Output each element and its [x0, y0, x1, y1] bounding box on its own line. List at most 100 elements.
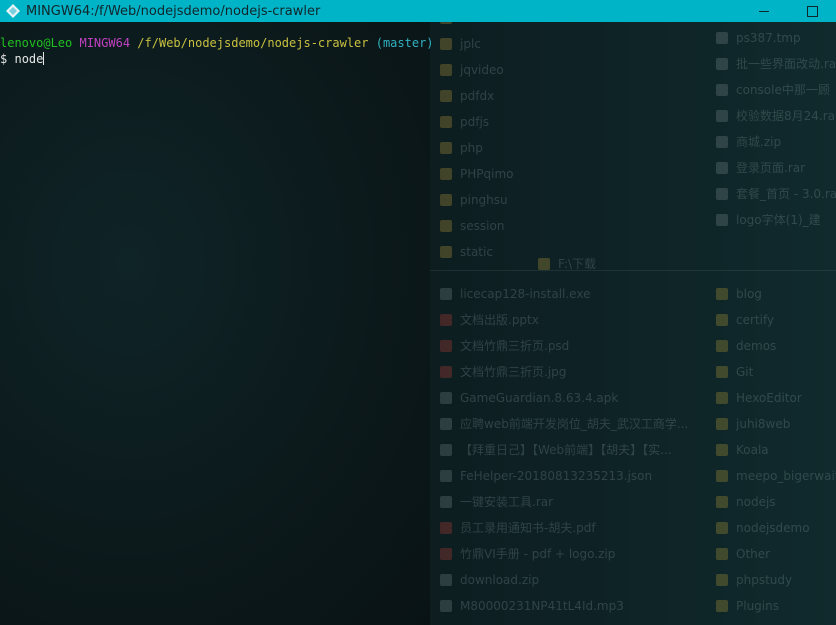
background-file-label: GameGuardian.8.63.4.apk — [460, 391, 619, 405]
file-icon — [440, 574, 452, 586]
folder-icon — [440, 116, 452, 128]
background-file-label: static — [460, 245, 493, 259]
folder-icon — [716, 522, 728, 534]
background-file-item: PHPqimo — [440, 166, 513, 182]
file-icon — [440, 288, 452, 300]
background-file-label: 文档竹鼎三折页.jpg — [460, 365, 567, 379]
command-text[interactable]: node — [14, 52, 43, 66]
folder-icon — [716, 470, 728, 482]
background-file-item: certify — [716, 312, 774, 328]
file-icon — [716, 188, 728, 200]
file-icon — [440, 392, 452, 404]
file-icon — [440, 548, 452, 560]
background-file-item: session — [440, 218, 504, 234]
background-file-item: juhi8web — [716, 416, 790, 432]
folder-icon — [538, 258, 550, 270]
prompt-path: /f/Web/nodejsdemo/nodejs-crawler — [137, 36, 369, 50]
folder-icon — [716, 574, 728, 586]
background-file-item: 员工录用通知书-胡夫.pdf — [440, 520, 596, 536]
background-file-label: nodejsdemo — [736, 521, 810, 535]
background-file-item: jplc — [440, 36, 481, 52]
folder-icon — [716, 340, 728, 352]
background-file-label: 文档竹鼎三折页.psd — [460, 339, 570, 353]
background-file-label: pdfjs — [460, 115, 490, 129]
file-icon — [440, 444, 452, 456]
background-file-label: 应聘web前端开发岗位_胡夫_武汉工商学... — [460, 417, 689, 431]
text-cursor — [43, 52, 45, 65]
background-file-item: 【拜重日己】【Web前端】【胡夫】【实... — [440, 442, 672, 458]
background-file-label: 文档出版.pptx — [460, 313, 539, 327]
mingw-app-icon[interactable] — [6, 4, 20, 18]
background-file-label: pdfdx — [460, 89, 495, 103]
file-icon — [440, 418, 452, 430]
folder-icon — [716, 600, 728, 612]
folder-icon — [716, 314, 728, 326]
background-file-label: dist — [460, 22, 482, 26]
folder-icon — [440, 142, 452, 154]
background-file-item: M80000231NP41tL4Id.mp3 — [440, 598, 624, 614]
background-file-item: GameGuardian.8.63.4.apk — [440, 390, 618, 406]
background-file-label: demos — [736, 339, 777, 353]
minimize-icon — [759, 10, 769, 12]
section-divider — [430, 270, 836, 271]
background-file-item: 批一些界面改动.rar — [716, 56, 836, 72]
background-file-item: Koala — [716, 442, 769, 458]
folder-icon — [440, 38, 452, 50]
background-file-item: static — [440, 244, 493, 260]
window-title: MINGW64:/f/Web/nodejsdemo/nodejs-crawler — [26, 3, 321, 19]
folder-icon — [440, 168, 452, 180]
background-file-item: nodejsdemo — [716, 520, 810, 536]
background-file-label: HexoEditor — [736, 391, 802, 405]
terminal-window[interactable]: dist jplc jqvideo pdfdx pdfjs php PHPqimo pingh… — [0, 22, 836, 625]
background-file-item: 应聘web前端开发岗位_胡夫_武汉工商学... — [440, 416, 688, 432]
background-file-item: Other — [716, 546, 770, 562]
background-file-item: php — [440, 140, 483, 156]
prompt-user-host: lenovo@Leo — [0, 36, 73, 50]
background-file-item: Git — [716, 364, 753, 380]
folder-icon — [716, 418, 728, 430]
background-file-item: pdfdx — [440, 88, 494, 104]
background-file-label: M80000231NP41tL4Id.mp3 — [460, 599, 624, 613]
background-file-item: 登录页面.rar — [716, 160, 805, 176]
command-input-line[interactable]: $ node — [0, 51, 45, 67]
background-file-item: 竹鼎VI手册 - pdf + logo.zip — [440, 546, 615, 562]
background-file-label: 校验数据8月24.rar — [736, 109, 836, 123]
folder-icon — [716, 548, 728, 560]
background-file-label: pinghsu — [460, 193, 508, 207]
background-file-label: certify — [736, 313, 775, 327]
background-file-label: Koala — [736, 443, 769, 457]
prompt-line: lenovo@Leo MINGW64 /f/Web/nodejsdemo/nod… — [0, 35, 434, 51]
background-file-item: 文档竹鼎三折页.jpg — [440, 364, 566, 380]
background-file-label: nodejs — [736, 495, 776, 509]
background-file-label: jplc — [460, 37, 481, 51]
background-file-item: pdfjs — [440, 114, 489, 130]
folder-icon — [440, 194, 452, 206]
background-file-label: Plugins — [736, 599, 779, 613]
background-file-item: 一键安装工具.rar — [440, 494, 553, 510]
file-icon — [716, 84, 728, 96]
background-file-item: dist — [440, 22, 482, 26]
prompt-shell: MINGW64 — [79, 36, 131, 50]
file-icon — [440, 496, 452, 508]
background-file-label: 一键安装工具.rar — [460, 495, 554, 509]
window-controls — [740, 0, 836, 22]
folder-icon — [440, 22, 452, 24]
background-file-label: PHPqimo — [460, 167, 514, 181]
background-file-label: php — [460, 141, 483, 155]
background-file-item: Plugins — [716, 598, 779, 614]
background-file-label: session — [460, 219, 505, 233]
title-bar[interactable]: MINGW64:/f/Web/nodejsdemo/nodejs-crawler — [0, 0, 836, 22]
background-file-item: jqvideo — [440, 62, 504, 78]
folder-icon — [440, 246, 452, 258]
background-file-label: download.zip — [460, 573, 540, 587]
minimize-button[interactable] — [740, 0, 788, 22]
background-file-label: Other — [736, 547, 771, 561]
background-file-item: 文档出版.pptx — [440, 312, 539, 328]
background-file-label: ps387.tmp — [736, 31, 801, 45]
background-file-item: blog — [716, 286, 762, 302]
background-file-item: HexoEditor — [716, 390, 802, 406]
background-file-item: meepo_bigerwait — [716, 468, 836, 484]
maximize-button[interactable] — [788, 0, 836, 22]
folder-icon — [440, 64, 452, 76]
background-file-label: logo字体(1)_建 — [736, 213, 821, 227]
